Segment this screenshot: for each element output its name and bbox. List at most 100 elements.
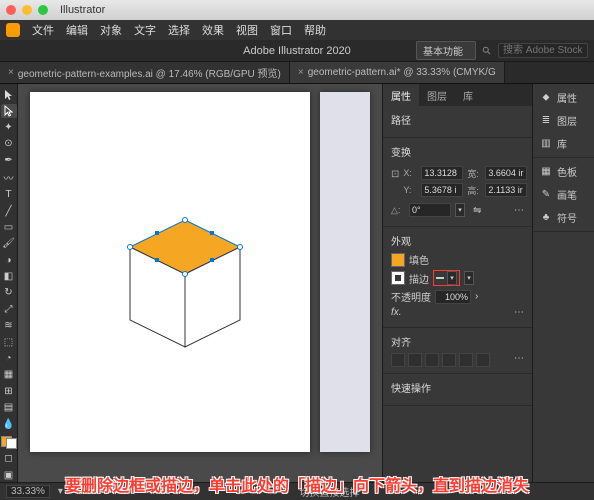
right-dock: ⬥属性 ≣图层 ▥库 ▦色板 ✎画笔 ♣符号 [532,84,594,482]
minimize-window-button[interactable] [22,5,32,15]
align-vcenter-button[interactable] [459,353,473,367]
lasso-tool[interactable]: ⊙ [1,137,17,150]
status-bar: 33.33% ▾ 切换直接选择 [0,482,594,500]
menu-file[interactable]: 文件 [32,22,54,38]
align-right-button[interactable] [425,353,439,367]
angle-input[interactable] [409,203,451,217]
workspace: ✦ ⊙ ✒ 〰 T ╱ ▭ 🖌 ◑ ◧ ↻ ⤢ ≋ ⬚ ◔ ▦ ⊞ ▤ 💧 ◻ … [0,84,594,482]
quick-actions-heading: 快速操作 [391,380,524,395]
width-tool[interactable]: ≋ [1,319,17,332]
dock-libraries[interactable]: ▥库 [537,134,590,153]
panel-tab-layers[interactable]: 图层 [419,84,455,106]
eraser-tool[interactable]: ◧ [1,270,17,283]
screen-mode[interactable]: ▣ [1,469,17,482]
stroke-weight-control[interactable]: ▾ [433,270,460,286]
curvature-tool[interactable]: 〰 [1,170,17,185]
appearance-heading: 外观 [391,233,524,248]
search-icon [482,46,492,56]
chevron-down-icon[interactable]: ▾ [58,486,63,497]
menu-type[interactable]: 文字 [134,22,156,38]
menu-select[interactable]: 选择 [168,22,190,38]
align-top-button[interactable] [442,353,456,367]
h-label: 高: [467,184,481,197]
shaper-tool[interactable]: ◑ [1,254,17,267]
align-left-button[interactable] [391,353,405,367]
menu-object[interactable]: 对象 [100,22,122,38]
type-tool[interactable]: T [1,188,17,201]
x-input[interactable] [421,166,463,180]
dock-layers[interactable]: ≣图层 [537,111,590,130]
menu-help[interactable]: 帮助 [304,22,326,38]
stroke-swatch[interactable] [391,271,405,285]
app-title-bar: Adobe Illustrator 2020 基本功能 [0,40,594,62]
magic-wand-tool[interactable]: ✦ [1,121,17,134]
perspective-grid-tool[interactable]: ▦ [1,368,17,381]
opacity-input[interactable] [435,290,471,304]
scale-tool[interactable]: ⤢ [1,303,17,316]
panel-tab-libraries[interactable]: 库 [455,84,481,106]
menubar: 文件 编辑 对象 文字 选择 效果 视图 窗口 帮助 [0,20,594,40]
selection-type: 路径 [391,112,524,127]
mesh-tool[interactable]: ⊞ [1,385,17,398]
menu-edit[interactable]: 编辑 [66,22,88,38]
align-bottom-button[interactable] [476,353,490,367]
w-label: 宽: [467,167,481,180]
fill-stroke-swatch[interactable] [1,436,17,449]
panel-tabs: 属性 图层 库 [383,84,532,106]
free-transform-tool[interactable]: ⬚ [1,335,17,348]
menu-view[interactable]: 视图 [236,22,258,38]
document-tab[interactable]: × geometric-pattern.ai* @ 33.33% (CMYK/G [290,62,505,83]
rectangle-tool[interactable]: ▭ [1,221,17,234]
opacity-label: 不透明度 [391,289,431,304]
x-label: X: [403,168,417,178]
menu-effect[interactable]: 效果 [202,22,224,38]
opacity-expand-icon[interactable]: › [475,291,478,302]
fx-label[interactable]: fx. [391,307,402,318]
maximize-window-button[interactable] [38,5,48,15]
close-tab-icon[interactable]: × [8,67,14,78]
close-window-button[interactable] [6,5,16,15]
dock-brushes[interactable]: ✎画笔 [537,185,590,204]
angle-dropdown[interactable]: ▾ [455,203,465,217]
height-input[interactable] [485,183,527,197]
close-tab-icon[interactable]: × [298,67,304,78]
workspace-selector[interactable]: 基本功能 [416,41,476,60]
align-hcenter-button[interactable] [408,353,422,367]
eyedropper-tool[interactable]: 💧 [1,417,17,430]
draw-mode[interactable]: ◻ [1,452,17,465]
dock-symbols[interactable]: ♣符号 [537,208,590,227]
document-tab-label: geometric-pattern.ai* @ 33.33% (CMYK/G [308,67,496,78]
shape-builder-tool[interactable]: ◔ [1,352,17,365]
line-tool[interactable]: ╱ [1,204,17,217]
properties-icon: ⬥ [539,91,553,105]
more-options-icon[interactable]: ⋯ [514,205,524,216]
paintbrush-tool[interactable]: 🖌 [1,237,17,250]
gradient-tool[interactable]: ▤ [1,401,17,414]
width-input[interactable] [485,166,527,180]
zoom-level[interactable]: 33.33% [6,485,50,498]
more-options-icon[interactable]: ⋯ [514,353,524,367]
flip-h-icon[interactable]: ⇋ [473,205,481,216]
direct-selection-tool[interactable] [1,104,17,117]
stroke-line-icon [436,277,444,279]
canvas[interactable] [18,84,382,482]
more-options-icon[interactable]: ⋯ [514,307,524,318]
pen-tool[interactable]: ✒ [1,154,17,167]
fill-swatch[interactable] [391,253,405,267]
rotate-tool[interactable]: ↻ [1,286,17,299]
stroke-weight-dropdown[interactable]: ▾ [447,271,457,285]
artboard [30,92,310,452]
panel-tab-properties[interactable]: 属性 [383,84,419,106]
menu-window[interactable]: 窗口 [270,22,292,38]
y-input[interactable] [421,183,463,197]
search-input[interactable] [498,43,588,58]
transform-section: 变换 ⊡ X: 宽: Y: 高: [383,138,532,227]
dock-properties[interactable]: ⬥属性 [537,88,590,107]
selection-tool[interactable] [1,88,17,101]
stroke-options-dropdown[interactable]: ▾ [464,271,474,285]
reference-point-icon[interactable]: ⊡ [391,163,399,185]
document-tab[interactable]: × geometric-pattern-examples.ai @ 17.46%… [0,62,290,83]
cube-shape[interactable] [115,212,255,362]
document-tab-label: geometric-pattern-examples.ai @ 17.46% (… [18,65,281,80]
dock-swatches[interactable]: ▦色板 [537,162,590,181]
